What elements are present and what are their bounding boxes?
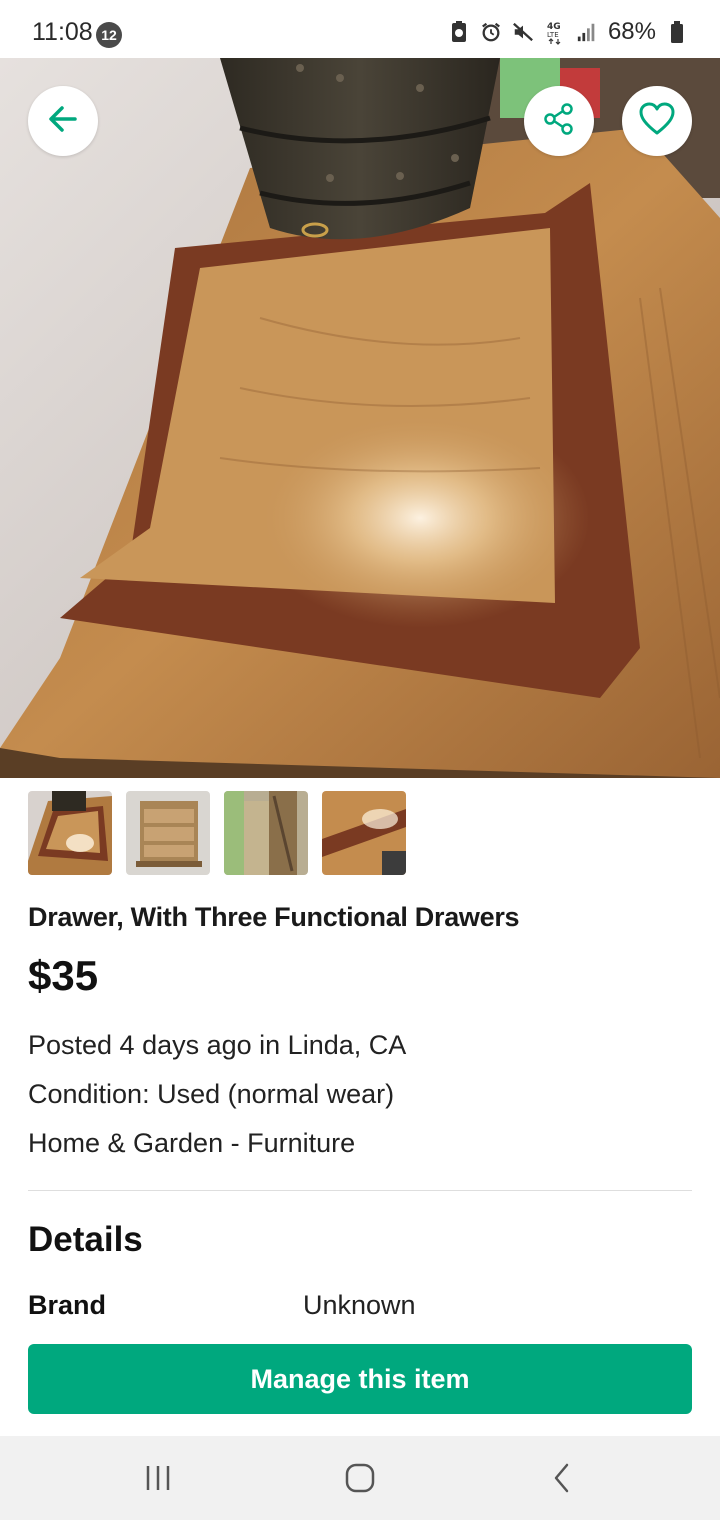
thumbnail-4[interactable] (322, 791, 406, 875)
listing-photo[interactable] (0, 58, 720, 778)
arrow-left-icon (45, 101, 81, 142)
category-info[interactable]: Home & Garden - Furniture (28, 1128, 355, 1159)
posted-info: Posted 4 days ago in Linda, CA (28, 1030, 407, 1060)
manage-item-button[interactable]: Manage this item (28, 1344, 692, 1414)
detail-label-brand: Brand (28, 1290, 107, 1320)
alarm-icon (480, 19, 502, 45)
share-icon (541, 101, 577, 142)
notification-count-badge: 12 (96, 22, 122, 48)
recents-button[interactable] (128, 1460, 188, 1500)
battery-percent: 68% (607, 18, 656, 45)
thumbnail-2[interactable] (126, 791, 210, 875)
back-icon (550, 1462, 574, 1499)
mute-icon (512, 19, 534, 45)
system-nav-bar (0, 1436, 720, 1520)
home-button[interactable] (330, 1460, 390, 1500)
recents-icon (143, 1464, 173, 1497)
svg-text:LTE: LTE (547, 31, 559, 39)
listing-price: $35 (28, 952, 99, 999)
battery-saver-icon (448, 19, 470, 45)
thumbnail-1[interactable] (28, 791, 112, 875)
signal-icon (576, 19, 598, 45)
share-button[interactable] (524, 86, 594, 156)
condition-info: Condition: Used (normal wear) (28, 1079, 395, 1109)
home-icon (344, 1462, 376, 1499)
thumbnail-strip (28, 791, 406, 875)
battery-icon (666, 19, 688, 45)
heart-icon (638, 101, 676, 142)
detail-value-brand: Unknown (303, 1290, 416, 1320)
divider (28, 1190, 692, 1191)
listing-title: Drawer, With Three Functional Drawers (28, 902, 520, 932)
4g-lte-icon: 4G LTE (544, 19, 566, 45)
status-bar: 11:08 12 4G LTE 68% (0, 0, 720, 58)
back-button[interactable] (28, 86, 98, 156)
status-icons: 4G LTE 68% (448, 18, 688, 46)
details-heading: Details (28, 1220, 143, 1259)
favorite-button[interactable] (622, 86, 692, 156)
thumbnail-3[interactable] (224, 791, 308, 875)
nav-back-button[interactable] (532, 1460, 592, 1500)
status-time: 11:08 (32, 18, 93, 46)
